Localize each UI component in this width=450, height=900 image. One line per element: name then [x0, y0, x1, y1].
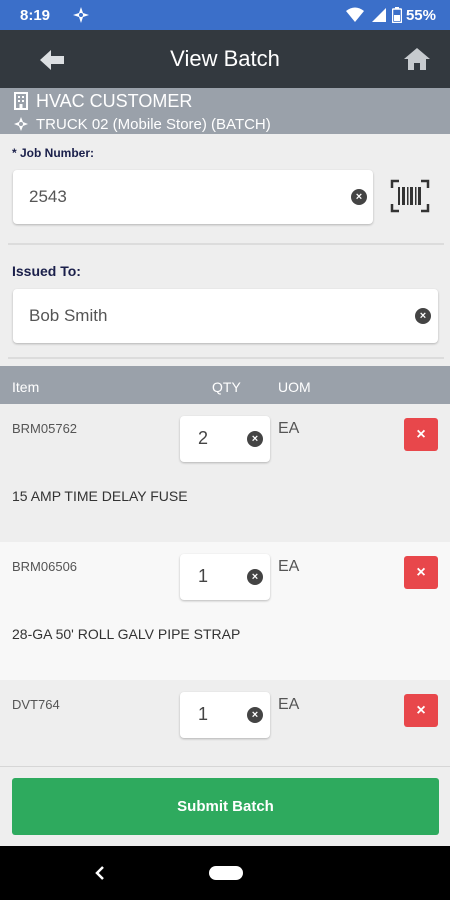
wifi-icon: [345, 7, 364, 23]
column-item: Item: [12, 379, 40, 395]
customer-header: HVAC CUSTOMER TRUCK 02 (Mobile Store) (B…: [0, 88, 450, 134]
item-uom: EA: [278, 696, 300, 713]
truck-row: TRUCK 02 (Mobile Store) (BATCH): [14, 114, 450, 134]
column-uom: UOM: [278, 379, 311, 395]
battery-percent: 55%: [405, 6, 436, 24]
barcode-scan-button[interactable]: [390, 179, 430, 213]
item-description: 28-GA 50' ROLL GALV PIPE STRAP: [12, 626, 241, 642]
clear-icon: ×: [419, 309, 427, 322]
chevron-left-icon: [95, 866, 104, 880]
form-area: * Job Number: 2543 × Issued To: Bob Smit…: [0, 134, 450, 366]
items-table-header: Item QTY UOM: [0, 366, 450, 404]
submit-batch-button[interactable]: Submit Batch: [12, 778, 439, 835]
delete-item-button[interactable]: ×: [404, 418, 438, 451]
status-time: 8:19: [20, 6, 51, 24]
qty-input[interactable]: 1 ×: [180, 692, 270, 738]
back-button[interactable]: [36, 47, 68, 73]
delete-item-button[interactable]: ×: [404, 694, 438, 727]
notification-icon: [72, 6, 90, 24]
table-row: DVT764 1 × EA ×: [0, 680, 450, 766]
system-nav-bar: [0, 846, 450, 900]
job-number-field[interactable]: 2543 ×: [13, 170, 373, 224]
item-code: BRM05762: [12, 421, 78, 436]
qty-input[interactable]: 1 ×: [180, 554, 270, 600]
delete-item-button[interactable]: ×: [404, 556, 438, 589]
qty-clear-button[interactable]: ×: [247, 431, 263, 447]
job-number-clear-button[interactable]: ×: [351, 189, 367, 205]
job-number-value: 2543: [29, 187, 67, 206]
issued-to-clear-button[interactable]: ×: [415, 308, 431, 324]
customer-row: HVAC CUSTOMER: [14, 91, 450, 111]
qty-value: 1: [198, 566, 209, 586]
signal-icon: [370, 7, 386, 23]
system-back-button[interactable]: [90, 862, 110, 884]
page-title: View Batch: [170, 46, 280, 71]
customer-name: HVAC CUSTOMER: [36, 90, 193, 111]
status-bar: 8:19 55%: [0, 0, 450, 30]
qty-input[interactable]: 2 ×: [180, 416, 270, 462]
bottom-bar: Submit Batch: [0, 766, 450, 846]
clear-icon: ×: [251, 570, 259, 583]
home-button[interactable]: [402, 45, 432, 73]
qty-value: 1: [198, 704, 209, 724]
screen: 8:19 55% View Batch HVAC CUSTOMER TRUCK …: [0, 0, 450, 900]
back-arrow-icon: [40, 50, 64, 70]
divider: [8, 357, 444, 359]
qty-value: 2: [198, 428, 209, 448]
clear-icon: ×: [355, 190, 363, 203]
table-row: BRM05762 2 × EA × 15 AMP TIME DELAY FUSE: [0, 404, 450, 542]
item-code: BRM06506: [12, 559, 78, 574]
battery-icon: [391, 7, 402, 23]
item-uom: EA: [278, 558, 300, 575]
column-qty: QTY: [212, 379, 241, 395]
qty-clear-button[interactable]: ×: [247, 569, 263, 585]
barcode-scanner-icon: [390, 179, 430, 213]
job-number-label: * Job Number:: [12, 146, 95, 160]
issued-to-field[interactable]: Bob Smith ×: [13, 289, 438, 343]
delete-icon: ×: [416, 563, 426, 581]
building-icon: [14, 92, 28, 110]
location-target-icon: [14, 117, 28, 131]
table-row: BRM06506 1 × EA × 28-GA 50' ROLL GALV PI…: [0, 542, 450, 680]
qty-clear-button[interactable]: ×: [247, 707, 263, 723]
app-bar: View Batch: [0, 30, 450, 88]
item-description: 15 AMP TIME DELAY FUSE: [12, 488, 188, 504]
divider: [8, 243, 444, 245]
clear-icon: ×: [251, 708, 259, 721]
delete-icon: ×: [416, 425, 426, 443]
home-icon: [404, 48, 430, 70]
issued-to-label: Issued To:: [12, 263, 81, 279]
truck-label: TRUCK 02 (Mobile Store) (BATCH): [36, 115, 271, 133]
clear-icon: ×: [251, 432, 259, 445]
item-uom: EA: [278, 420, 300, 437]
item-code: DVT764: [12, 697, 60, 712]
issued-to-value: Bob Smith: [29, 306, 108, 325]
system-home-pill[interactable]: [209, 866, 243, 880]
delete-icon: ×: [416, 701, 426, 719]
